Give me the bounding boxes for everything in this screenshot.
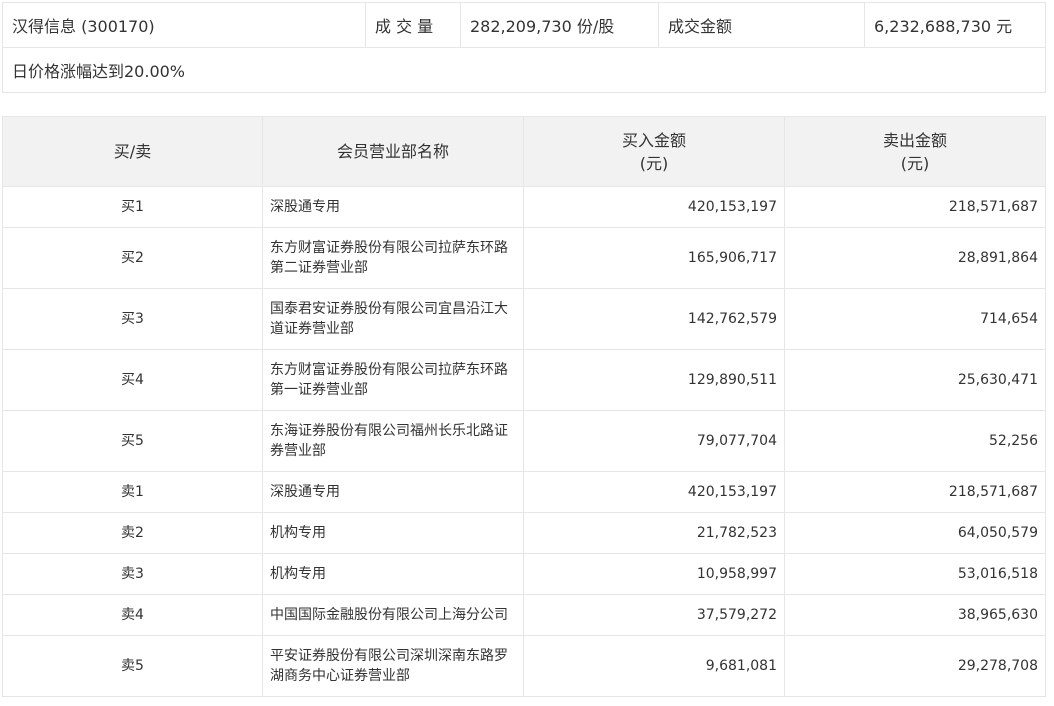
table-row: 买2 东方财富证券股份有限公司拉萨东环路第二证券营业部 165,906,717 …: [2, 227, 1046, 289]
stock-name: 汉得信息 (300170): [2, 2, 366, 48]
row-side: 卖4: [2, 594, 263, 636]
header-sell-amount-unit: (元): [900, 153, 930, 173]
row-dept-name: 平安证券股份有限公司深圳深南东路罗湖商务中心证券营业部: [262, 635, 524, 697]
row-dept-name: 深股通专用: [262, 471, 524, 513]
header-sell-amount-title: 卖出金额: [882, 130, 947, 150]
row-buy-amount: 21,782,523: [523, 512, 785, 554]
reason-row: 日价格涨幅达到20.00%: [2, 47, 1046, 93]
table-row: 买5 东海证券股份有限公司福州长乐北路证券营业部 79,077,704 52,2…: [2, 410, 1046, 472]
row-dept-name: 深股通专用: [262, 186, 524, 228]
table-header-row: 买/卖 会员营业部名称 买入金额 (元) 卖出金额 (元): [2, 116, 1046, 187]
row-buy-amount: 10,958,997: [523, 553, 785, 595]
row-sell-amount: 52,256: [784, 410, 1046, 472]
summary-row: 汉得信息 (300170) 成 交 量 282,209,730 份/股 成交金额…: [2, 2, 1046, 48]
table-row: 卖3 机构专用 10,958,997 53,016,518: [2, 553, 1046, 595]
row-dept-name: 中国国际金融股份有限公司上海分公司: [262, 594, 524, 636]
row-sell-amount: 714,654: [784, 288, 1046, 350]
row-side: 卖1: [2, 471, 263, 513]
row-side: 买2: [2, 227, 263, 289]
trade-detail-table: 买/卖 会员营业部名称 买入金额 (元) 卖出金额 (元) 买1 深股通专用 4…: [2, 116, 1046, 697]
row-dept-name: 东海证券股份有限公司福州长乐北路证券营业部: [262, 410, 524, 472]
table-row: 买4 东方财富证券股份有限公司拉萨东环路第一证券营业部 129,890,511 …: [2, 349, 1046, 411]
header-buy-amount-title: 买入金额: [621, 130, 686, 150]
row-dept-name: 机构专用: [262, 512, 524, 554]
row-side: 买1: [2, 186, 263, 228]
row-side: 卖3: [2, 553, 263, 595]
row-sell-amount: 25,630,471: [784, 349, 1046, 411]
row-sell-amount: 29,278,708: [784, 635, 1046, 697]
row-side: 买5: [2, 410, 263, 472]
amount-label: 成交金额: [658, 2, 865, 48]
table-row: 卖2 机构专用 21,782,523 64,050,579: [2, 512, 1046, 554]
header-side: 买/卖: [2, 116, 263, 187]
row-sell-amount: 28,891,864: [784, 227, 1046, 289]
listing-reason: 日价格涨幅达到20.00%: [2, 47, 1046, 93]
table-row: 卖5 平安证券股份有限公司深圳深南东路罗湖商务中心证券营业部 9,681,081…: [2, 635, 1046, 697]
header-dept-name: 会员营业部名称: [262, 116, 524, 187]
row-sell-amount: 64,050,579: [784, 512, 1046, 554]
table-row: 卖1 深股通专用 420,153,197 218,571,687: [2, 471, 1046, 513]
row-sell-amount: 218,571,687: [784, 186, 1046, 228]
row-side: 卖5: [2, 635, 263, 697]
row-buy-amount: 420,153,197: [523, 471, 785, 513]
row-side: 卖2: [2, 512, 263, 554]
header-sell-amount: 卖出金额 (元): [784, 116, 1046, 187]
row-sell-amount: 53,016,518: [784, 553, 1046, 595]
row-dept-name: 机构专用: [262, 553, 524, 595]
row-side: 买3: [2, 288, 263, 350]
summary-table: 汉得信息 (300170) 成 交 量 282,209,730 份/股 成交金额…: [2, 2, 1046, 93]
row-buy-amount: 165,906,717: [523, 227, 785, 289]
row-dept-name: 东方财富证券股份有限公司拉萨东环路第二证券营业部: [262, 227, 524, 289]
row-sell-amount: 218,571,687: [784, 471, 1046, 513]
volume-value: 282,209,730 份/股: [460, 2, 659, 48]
table-row: 买1 深股通专用 420,153,197 218,571,687: [2, 186, 1046, 228]
row-dept-name: 东方财富证券股份有限公司拉萨东环路第一证券营业部: [262, 349, 524, 411]
header-buy-amount: 买入金额 (元): [523, 116, 785, 187]
table-row: 卖4 中国国际金融股份有限公司上海分公司 37,579,272 38,965,6…: [2, 594, 1046, 636]
row-buy-amount: 37,579,272: [523, 594, 785, 636]
row-sell-amount: 38,965,630: [784, 594, 1046, 636]
volume-label: 成 交 量: [365, 2, 461, 48]
table-row: 买3 国泰君安证券股份有限公司宜昌沿江大道证券营业部 142,762,579 7…: [2, 288, 1046, 350]
row-buy-amount: 420,153,197: [523, 186, 785, 228]
row-side: 买4: [2, 349, 263, 411]
row-buy-amount: 79,077,704: [523, 410, 785, 472]
row-buy-amount: 129,890,511: [523, 349, 785, 411]
amount-value: 6,232,688,730 元: [864, 2, 1046, 48]
row-buy-amount: 9,681,081: [523, 635, 785, 697]
row-buy-amount: 142,762,579: [523, 288, 785, 350]
header-buy-amount-unit: (元): [639, 153, 669, 173]
row-dept-name: 国泰君安证券股份有限公司宜昌沿江大道证券营业部: [262, 288, 524, 350]
